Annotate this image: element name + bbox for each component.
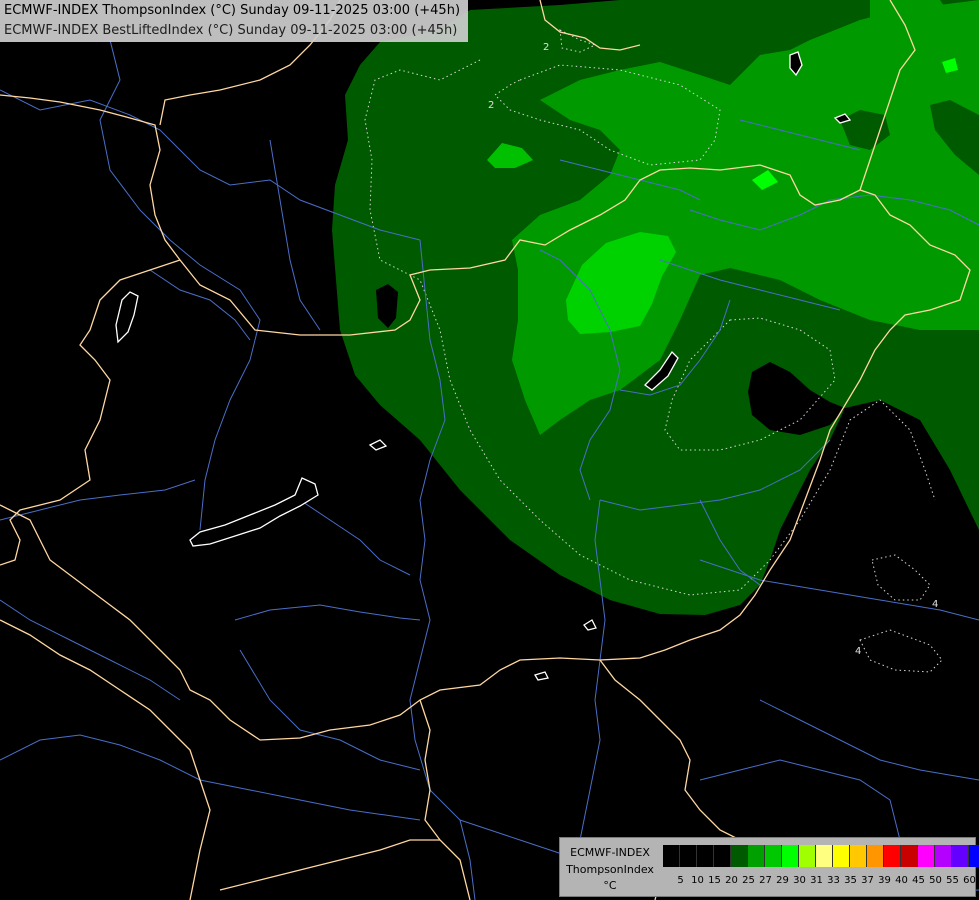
lake-small-center (368, 439, 388, 451)
legend-tick-labels: 5 10 15 20 25 27 29 30 31 33 35 37 39 40 45 50 55 60 (672, 874, 978, 888)
legend-swatch (918, 845, 935, 867)
border (219, 839, 440, 891)
legend-unit-label: °C (603, 879, 617, 892)
legend-tick-label: 60 (963, 875, 976, 886)
legend-swatch (952, 845, 969, 867)
river (99, 39, 261, 531)
border (419, 699, 471, 900)
contour-4-east-1 (871, 554, 931, 601)
legend-swatch (748, 845, 765, 867)
color-legend: ECMWF-INDEX ThompsonIndex °C 5 10 15 20 25 27… (559, 837, 979, 897)
lake-small-south-2 (534, 671, 549, 681)
title-line-thompson-index: ECMWF-INDEX ThompsonIndex (°C) Sunday 09… (4, 3, 461, 18)
river (0, 479, 196, 521)
legend-swatch (867, 845, 884, 867)
legend-swatch (697, 845, 714, 867)
legend-tick-label: 45 (912, 875, 925, 886)
legend-tick-label: 5 (677, 875, 684, 886)
title-line-best-lifted-index: ECMWF-INDEX BestLiftedIndex (°C) Sunday … (4, 23, 458, 38)
lake-small-west (115, 291, 139, 344)
legend-swatch (884, 845, 901, 867)
river (239, 649, 421, 771)
lake-balaton (189, 477, 319, 547)
lake-small-south (583, 619, 597, 631)
legend-tick-label: 40 (895, 875, 908, 886)
legend-color-scale (663, 845, 979, 867)
border (0, 259, 181, 566)
legend-swatch (731, 845, 748, 867)
legend-tick-label: 31 (810, 875, 823, 886)
river (234, 604, 421, 621)
legend-tick-label: 20 (725, 875, 738, 886)
contour-4-east-2 (859, 629, 943, 673)
river (699, 759, 901, 841)
legend-swatch (663, 845, 680, 867)
legend-tick-label: 10 (691, 875, 704, 886)
legend-swatch (833, 845, 850, 867)
legend-tick-label: 39 (878, 875, 891, 886)
map-title-box: ECMWF-INDEX ThompsonIndex (°C) Sunday 09… (0, 0, 468, 42)
legend-tick-label: 30 (793, 875, 806, 886)
legend-swatch (714, 845, 731, 867)
legend-swatch (816, 845, 833, 867)
legend-tick-label: 35 (844, 875, 857, 886)
legend-swatch (799, 845, 816, 867)
legend-tick-label: 15 (708, 875, 721, 886)
legend-tick-label: 33 (827, 875, 840, 886)
river (0, 734, 421, 821)
legend-swatch (850, 845, 867, 867)
map-canvas: 2 2 4 4 (0, 0, 979, 900)
legend-tick-label: 55 (946, 875, 959, 886)
legend-tick-label: 27 (759, 875, 772, 886)
legend-swatch (901, 845, 918, 867)
legend-tick-label: 50 (929, 875, 942, 886)
legend-tick-label: 37 (861, 875, 874, 886)
legend-swatch (782, 845, 799, 867)
thompson-index-field (332, 0, 979, 615)
legend-swatch (765, 845, 782, 867)
legend-swatch (680, 845, 697, 867)
river (759, 699, 979, 781)
legend-parameter-label: ThompsonIndex (566, 863, 654, 876)
legend-swatch (935, 845, 952, 867)
legend-tick-label: 29 (776, 875, 789, 886)
contour-label: 2 (543, 42, 549, 53)
border (0, 619, 211, 900)
contour-label: 2 (488, 100, 494, 111)
legend-model-label: ECMWF-INDEX (570, 846, 650, 859)
weather-map-page: 2 2 4 4 ECMWF-INDEX ThompsonIndex (°C) S… (0, 0, 979, 900)
contour-label: 4 (855, 646, 861, 657)
legend-swatch (969, 845, 979, 867)
river (0, 599, 181, 701)
legend-tick-label: 25 (742, 875, 755, 886)
border (599, 659, 761, 846)
river (269, 139, 321, 331)
